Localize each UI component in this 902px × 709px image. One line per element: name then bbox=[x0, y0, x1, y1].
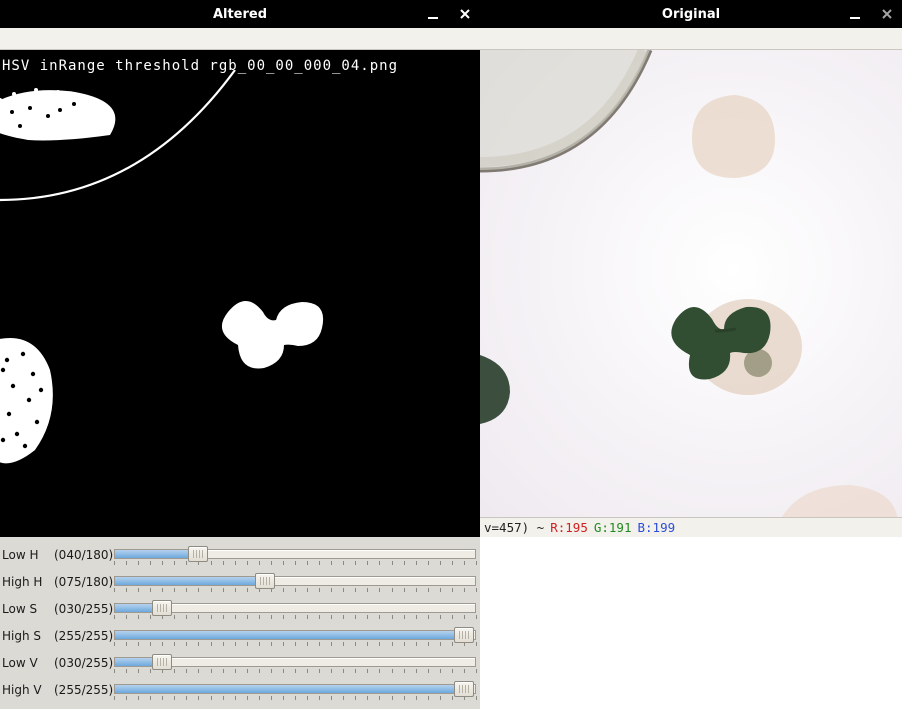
slider-values: (075/180) bbox=[54, 575, 112, 589]
slider-values: (030/255) bbox=[54, 602, 112, 616]
mask-arc bbox=[0, 70, 260, 240]
slider-values: (255/255) bbox=[54, 683, 112, 697]
slider-label: Low V bbox=[2, 656, 54, 670]
slider-label: Low S bbox=[2, 602, 54, 616]
slider-high-s[interactable] bbox=[112, 625, 478, 647]
window-title: Altered bbox=[0, 7, 480, 22]
slider-label: High S bbox=[2, 629, 54, 643]
titlebar-altered[interactable]: Altered bbox=[0, 0, 480, 28]
window-original: Original bbox=[480, 0, 902, 709]
menubar-placeholder bbox=[480, 28, 902, 50]
slider-row-high-h: High H (075/180) bbox=[2, 568, 478, 595]
close-icon[interactable] bbox=[878, 5, 896, 23]
close-icon[interactable] bbox=[456, 5, 474, 23]
slider-values: (255/255) bbox=[54, 629, 112, 643]
slider-low-v[interactable] bbox=[112, 652, 478, 674]
slider-row-low-h: Low H (040/180) bbox=[2, 541, 478, 568]
status-r: R:195 bbox=[550, 520, 588, 535]
altered-image: HSV inRange threshold rgb_00_00_000_04.p… bbox=[0, 50, 480, 537]
window-controls bbox=[846, 0, 896, 28]
seedling bbox=[660, 285, 810, 405]
slider-row-high-v: High V (255/255) bbox=[2, 676, 478, 703]
slider-row-low-s: Low S (030/255) bbox=[2, 595, 478, 622]
slider-high-h[interactable] bbox=[112, 571, 478, 593]
sliders-panel: Low H (040/180) High H (075/180) Low S (… bbox=[0, 537, 480, 707]
mask-blob bbox=[0, 330, 75, 480]
minimize-icon[interactable] bbox=[846, 5, 864, 23]
slider-label: Low H bbox=[2, 548, 54, 562]
mask-blob-main bbox=[218, 290, 338, 380]
status-bar: v=457) ~ R:195 G:191 B:199 bbox=[480, 517, 902, 537]
status-g: G:191 bbox=[594, 520, 632, 535]
slider-low-s[interactable] bbox=[112, 598, 478, 620]
slider-row-high-s: High S (255/255) bbox=[2, 622, 478, 649]
slider-low-h[interactable] bbox=[112, 544, 478, 566]
slider-row-low-v: Low V (030/255) bbox=[2, 649, 478, 676]
pale-blob bbox=[680, 90, 790, 185]
blank-area bbox=[480, 537, 902, 709]
status-coord: v=457) ~ bbox=[484, 520, 544, 535]
slider-label: High V bbox=[2, 683, 54, 697]
slider-high-v[interactable] bbox=[112, 679, 478, 701]
slider-values: (040/180) bbox=[54, 548, 112, 562]
slider-label: High H bbox=[2, 575, 54, 589]
original-image: v=457) ~ R:195 G:191 B:199 bbox=[480, 50, 902, 537]
minimize-icon[interactable] bbox=[424, 5, 442, 23]
status-b: B:199 bbox=[638, 520, 676, 535]
menubar-placeholder bbox=[0, 28, 480, 50]
window-altered: Altered HSV inRange threshold rgb_00_00_… bbox=[0, 0, 480, 709]
titlebar-original[interactable]: Original bbox=[480, 0, 902, 28]
window-controls bbox=[424, 0, 474, 28]
dark-blob bbox=[480, 350, 514, 430]
window-title: Original bbox=[480, 7, 902, 22]
dish-edge bbox=[480, 50, 680, 200]
slider-values: (030/255) bbox=[54, 656, 112, 670]
